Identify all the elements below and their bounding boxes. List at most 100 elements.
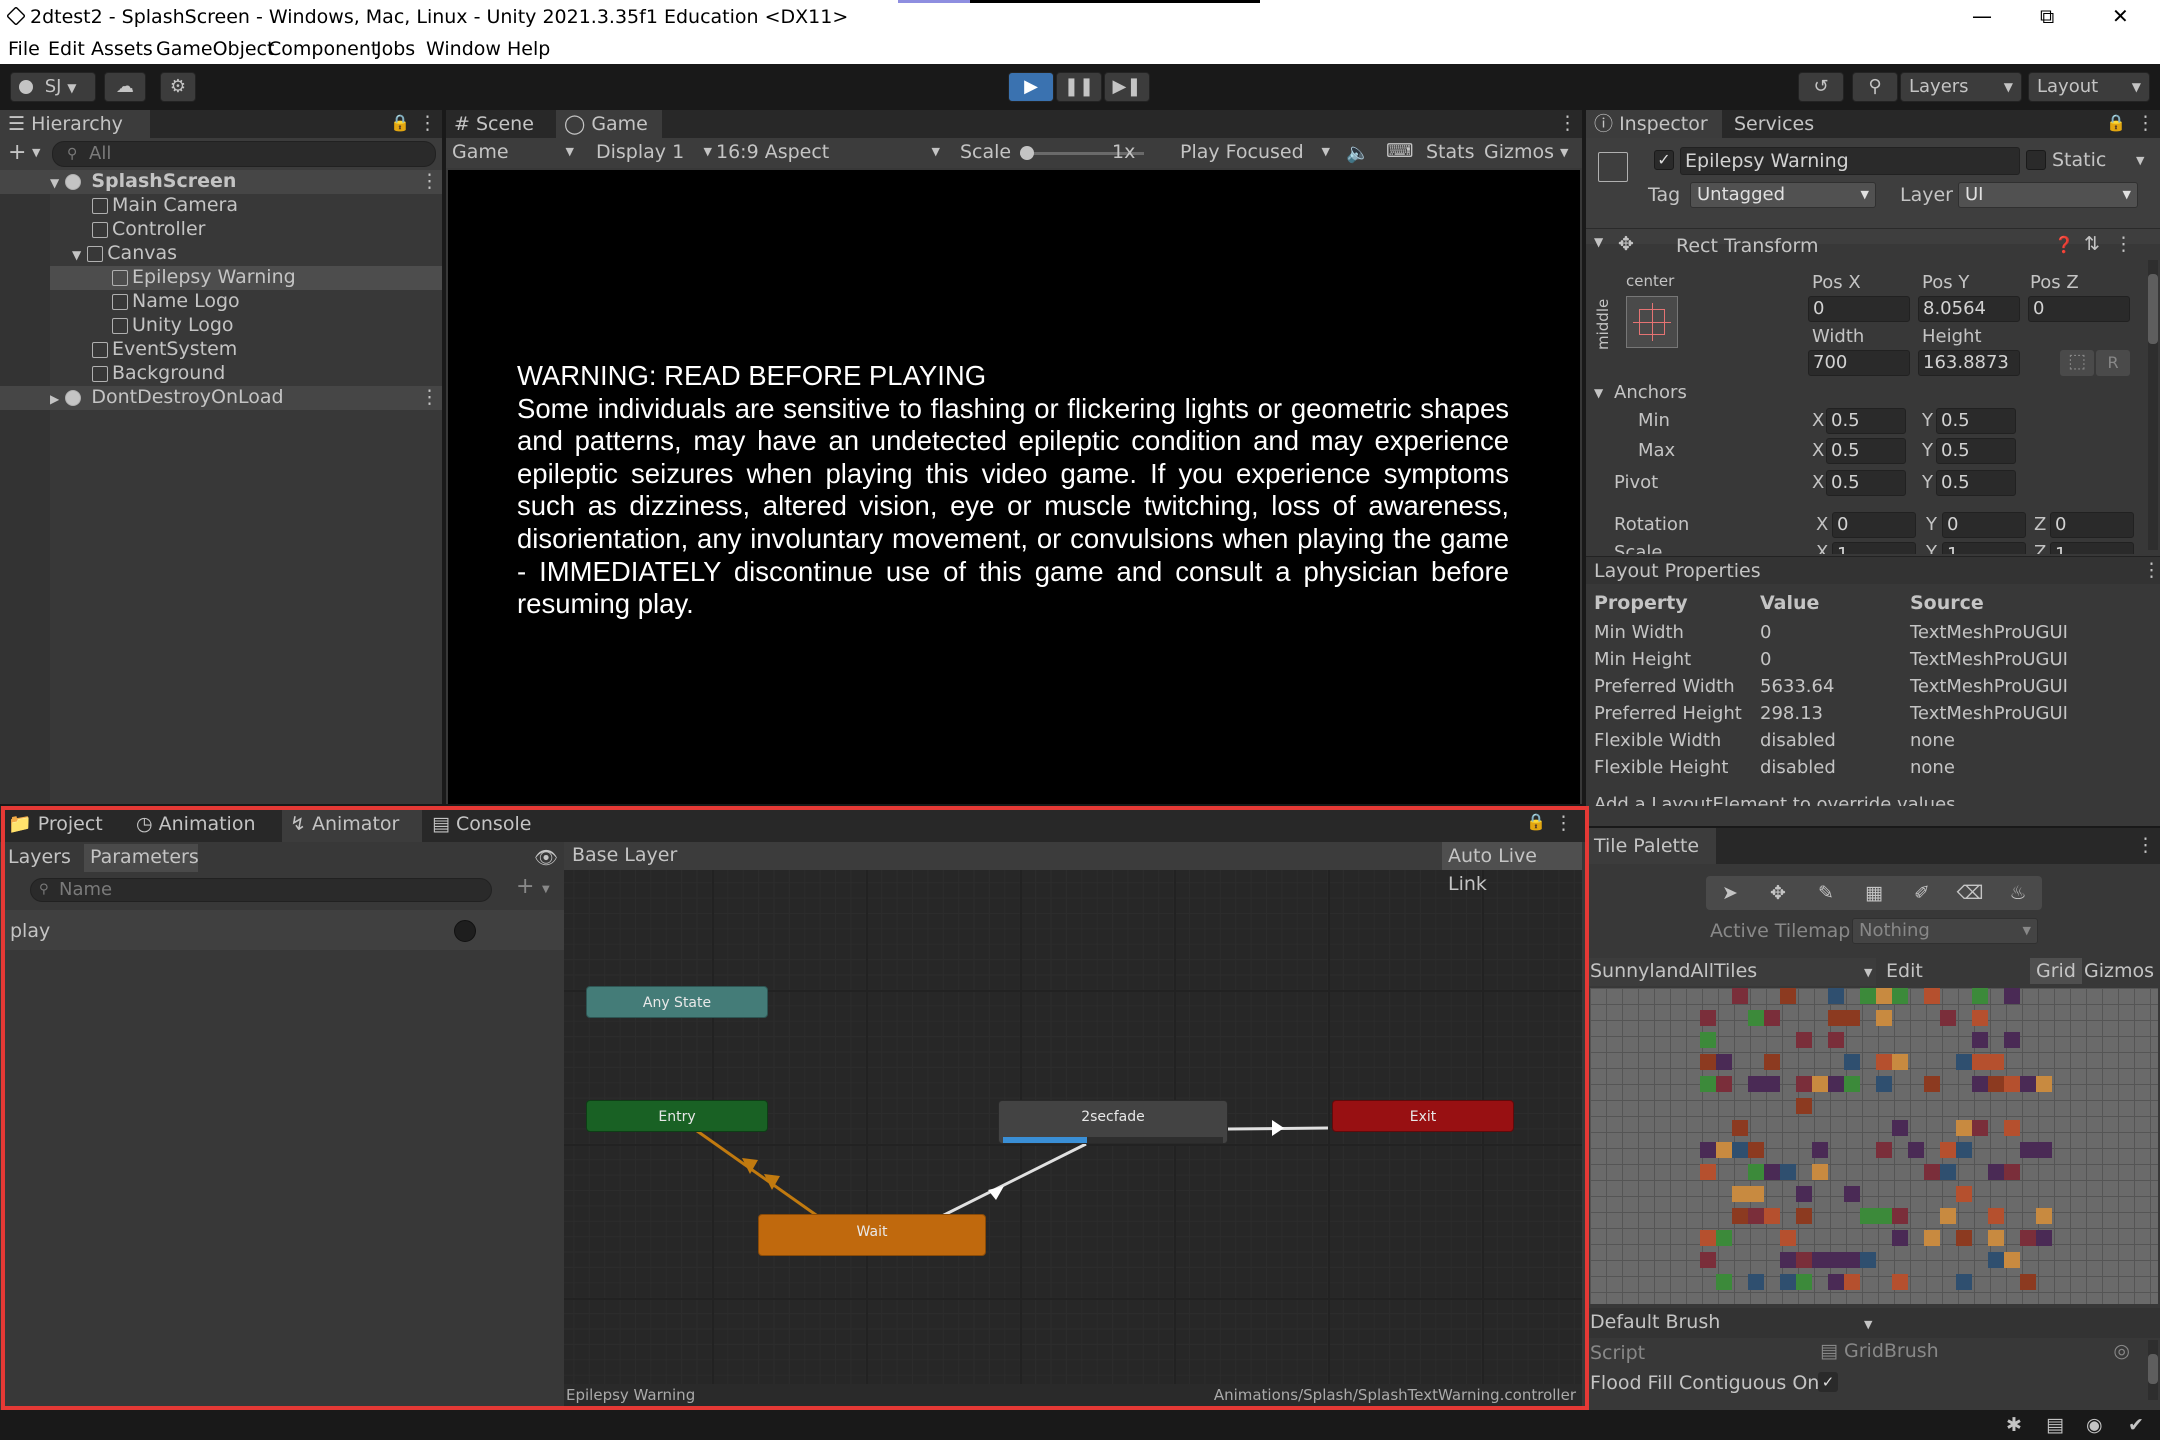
gizmos-button[interactable]: Gizmos xyxy=(1484,141,1554,163)
pivot-y-field[interactable]: 0.5 xyxy=(1936,470,2016,496)
anchor-preset-button[interactable] xyxy=(1626,296,1678,348)
height-field[interactable]: 163.8873 xyxy=(1918,350,2020,376)
bug-icon[interactable]: ◉ xyxy=(2086,1414,2103,1436)
hierarchy-item-epilepsy-warning[interactable]: Epilepsy Warning xyxy=(50,266,442,290)
expand-arrow-icon[interactable]: ▼ xyxy=(1594,386,1603,400)
menu-jobs[interactable]: Jobs xyxy=(376,38,415,60)
move-tool-icon[interactable]: ✥ xyxy=(1754,876,1802,910)
tab-services[interactable]: Services xyxy=(1726,110,1836,138)
kebab-menu-icon[interactable]: ⋮ xyxy=(2136,834,2155,856)
target-icon[interactable]: ◎ xyxy=(2113,1340,2130,1362)
search-button[interactable]: ⚲ xyxy=(1852,72,1898,102)
eraser-icon[interactable]: ⌫ xyxy=(1946,876,1994,910)
hierarchy-item-name-logo[interactable]: Name Logo xyxy=(112,290,240,312)
minimize-button[interactable]: — xyxy=(1972,4,1992,28)
palette-dropdown[interactable]: SunnylandAllTiles ▼ xyxy=(1586,958,1876,986)
kebab-menu-icon[interactable]: ⋮ xyxy=(2136,112,2155,134)
menu-component[interactable]: Component xyxy=(268,38,378,60)
display-dropdown[interactable]: Display 1 ▼ xyxy=(596,141,712,165)
kebab-menu-icon[interactable]: ⋮ xyxy=(2114,233,2133,255)
step-button[interactable]: ▶❚ xyxy=(1104,72,1150,102)
scale-z-field[interactable]: 1 xyxy=(2050,542,2134,554)
tab-scene[interactable]: # Scene xyxy=(446,110,554,138)
preset-icon[interactable]: ⇅ xyxy=(2084,233,2100,255)
menu-window[interactable]: Window xyxy=(426,38,501,60)
scale-y-field[interactable]: 1 xyxy=(1942,542,2026,554)
static-checkbox[interactable] xyxy=(2026,150,2046,170)
layers-dropdown[interactable]: Layers ▼ xyxy=(1900,72,2022,102)
aspect-dropdown[interactable]: 16:9 Aspect ▼ xyxy=(716,141,946,165)
scale-slider-handle[interactable] xyxy=(1020,146,1034,160)
hierarchy-item-background[interactable]: Background xyxy=(92,362,225,384)
tab-hierarchy[interactable]: ☰ Hierarchy xyxy=(0,110,150,138)
hierarchy-item-eventsystem[interactable]: EventSystem xyxy=(92,338,237,360)
stats-button[interactable]: Stats xyxy=(1426,141,1475,163)
kebab-menu-icon[interactable]: ⋮ xyxy=(420,170,439,192)
add-icon[interactable]: + xyxy=(8,140,26,165)
brush-header[interactable]: Default Brush ▼ xyxy=(1586,1308,2160,1338)
hierarchy-item-canvas[interactable]: ▼ Canvas xyxy=(72,242,177,264)
menu-gameobject[interactable]: GameObject xyxy=(156,38,274,60)
layout-dropdown[interactable]: Layout ▼ xyxy=(2028,72,2150,102)
kebab-menu-icon[interactable]: ⋮ xyxy=(420,386,439,408)
hierarchy-item-unity-logo[interactable]: Unity Logo xyxy=(112,314,234,336)
account-button[interactable]: SJ ▼ xyxy=(10,72,96,102)
lock-icon[interactable]: 🔒 xyxy=(390,113,410,132)
rotation-y-field[interactable]: 0 xyxy=(1942,512,2026,538)
blueprint-mode-button[interactable]: ⬚ xyxy=(2060,350,2094,376)
kebab-menu-icon[interactable]: ⋮ xyxy=(418,112,437,134)
tab-game[interactable]: ◯ Game xyxy=(556,110,662,138)
menu-edit[interactable]: Edit xyxy=(48,38,85,60)
active-checkbox[interactable]: ✓ xyxy=(1654,150,1674,170)
check-icon[interactable]: ✔ xyxy=(2128,1414,2144,1436)
rotation-x-field[interactable]: 0 xyxy=(1832,512,1916,538)
lock-icon[interactable]: 🔒 xyxy=(2106,113,2126,132)
hierarchy-item-controller[interactable]: Controller xyxy=(92,218,205,240)
tag-dropdown[interactable]: Untagged ▼ xyxy=(1690,182,1876,208)
eyedropper-icon[interactable]: ✐ xyxy=(1898,876,1946,910)
hierarchy-search-input[interactable]: ⚲ All xyxy=(52,141,436,167)
close-button[interactable]: ✕ xyxy=(2112,4,2129,28)
inspector-scrollbar[interactable] xyxy=(2148,260,2158,550)
pos-y-field[interactable]: 8.0564 xyxy=(1918,296,2020,322)
kebab-menu-icon[interactable]: ⋮ xyxy=(1558,112,1577,134)
flood-fill-checkbox[interactable]: ✓ xyxy=(1818,1372,1838,1392)
hierarchy-item-splashscreen[interactable]: ▼ SplashScreen ⋮ xyxy=(0,170,442,194)
gizmos-toggle-button[interactable]: Gizmos xyxy=(2084,960,2154,982)
anchor-max-x-field[interactable]: 0.5 xyxy=(1826,438,1906,464)
tab-inspector[interactable]: ⓘ Inspector xyxy=(1586,110,1722,138)
layout-properties-header[interactable]: Layout Properties ⋮ xyxy=(1586,556,2160,584)
collab-button[interactable]: ⚙ xyxy=(160,72,196,102)
rotation-z-field[interactable]: 0 xyxy=(2050,512,2134,538)
play-button[interactable]: ▶ xyxy=(1008,72,1054,102)
keyboard-icon[interactable]: ⌨ xyxy=(1386,140,1413,162)
anchor-min-x-field[interactable]: 0.5 xyxy=(1826,408,1906,434)
edit-palette-button[interactable]: Edit xyxy=(1886,960,1923,982)
anchor-max-y-field[interactable]: 0.5 xyxy=(1936,438,2016,464)
restore-button[interactable]: ⧉ xyxy=(2040,4,2054,28)
cloud-button[interactable]: ☁ xyxy=(104,72,146,102)
help-icon[interactable]: ❓ xyxy=(2054,235,2074,254)
chevron-down-icon[interactable]: ▼ xyxy=(1560,146,1568,159)
paint-brush-icon[interactable]: ✎ xyxy=(1802,876,1850,910)
grid-toggle-button[interactable]: Grid xyxy=(2030,958,2082,984)
rect-transform-header[interactable]: ▼ ✥ Rect Transform ❓ ⇅ ⋮ xyxy=(1586,228,2160,260)
menu-help[interactable]: Help xyxy=(507,38,550,60)
width-field[interactable]: 700 xyxy=(1808,350,1910,376)
brush-scrollbar[interactable] xyxy=(2148,1340,2158,1400)
select-tool-icon[interactable]: ➤ xyxy=(1706,876,1754,910)
tab-tile-palette[interactable]: Tile Palette xyxy=(1586,828,1716,864)
game-mode-dropdown[interactable]: Game ▼ xyxy=(452,141,580,165)
fill-bucket-icon[interactable]: ♨ xyxy=(1994,876,2042,910)
undo-history-button[interactable]: ↺ xyxy=(1798,72,1844,102)
debug-icon[interactable]: ✱ xyxy=(2006,1414,2022,1436)
object-name-field[interactable]: Epilepsy Warning xyxy=(1680,147,2020,175)
pos-z-field[interactable]: 0 xyxy=(2028,296,2130,322)
play-focused-dropdown[interactable]: Play Focused ▼ xyxy=(1180,141,1330,165)
hierarchy-item-dontdestroyonload[interactable]: ▶ DontDestroyOnLoad ⋮ xyxy=(0,386,442,410)
mute-audio-icon[interactable]: 🔈 xyxy=(1346,141,1370,164)
chevron-down-icon[interactable]: ▼ xyxy=(2136,154,2144,167)
menu-file[interactable]: File xyxy=(8,38,40,60)
cache-icon[interactable]: ▤ xyxy=(2046,1414,2064,1436)
layer-dropdown[interactable]: UI ▼ xyxy=(1958,182,2138,208)
